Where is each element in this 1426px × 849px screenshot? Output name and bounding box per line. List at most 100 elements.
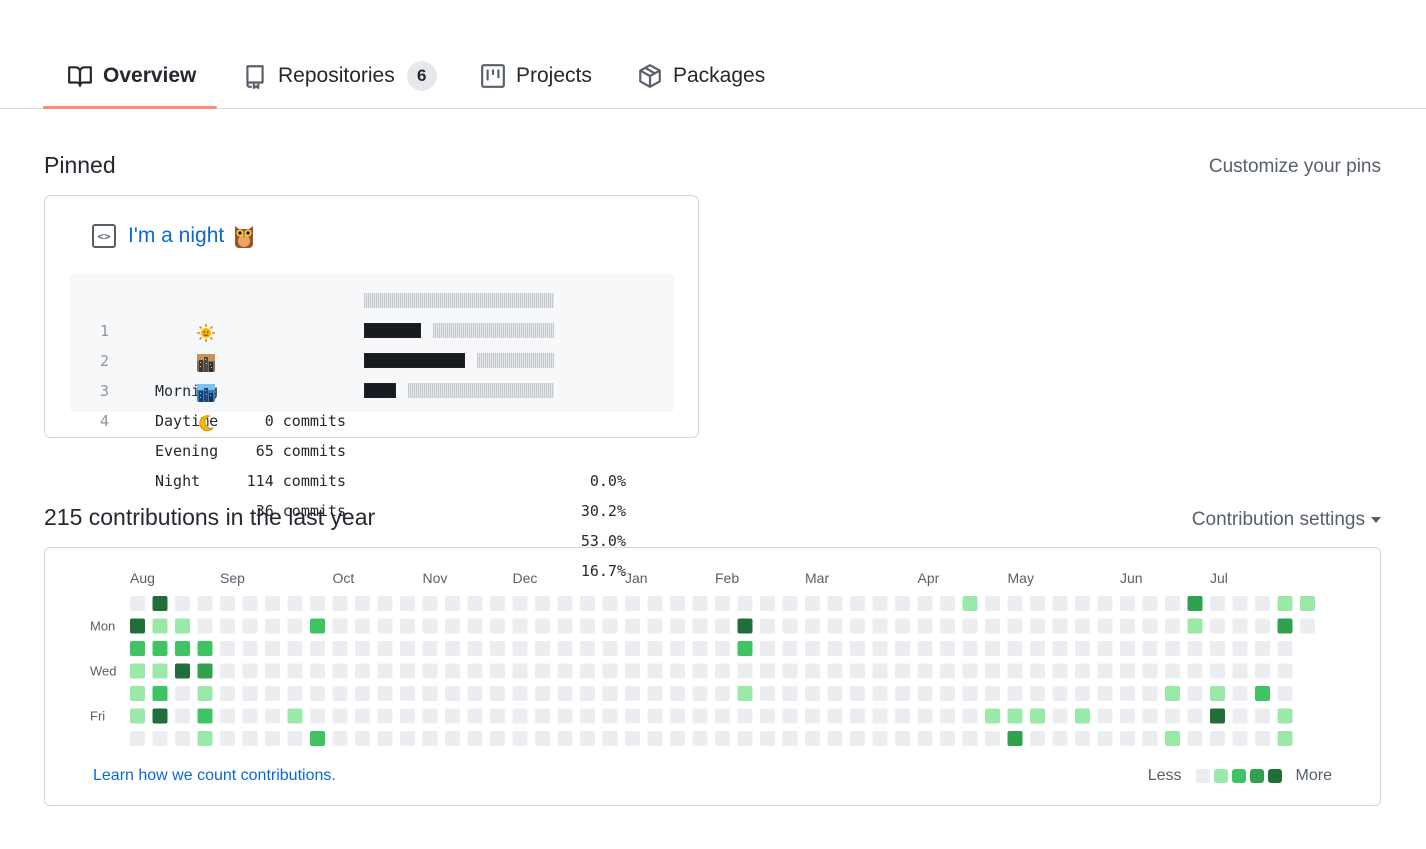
contribution-day[interactable]	[242, 731, 258, 746]
contribution-day[interactable]	[1007, 641, 1023, 656]
contribution-day[interactable]	[1210, 641, 1225, 656]
contribution-day[interactable]	[760, 663, 775, 679]
contribution-day[interactable]	[782, 731, 798, 746]
contribution-day[interactable]	[467, 731, 483, 746]
contribution-day[interactable]	[535, 731, 550, 746]
contribution-day[interactable]	[580, 708, 595, 724]
contribution-day[interactable]	[940, 596, 955, 611]
contribution-day[interactable]	[1210, 731, 1225, 746]
contribution-day[interactable]	[1007, 708, 1023, 724]
contribution-day[interactable]	[310, 618, 325, 634]
contribution-day[interactable]	[1030, 731, 1045, 746]
contribution-day[interactable]	[310, 708, 325, 724]
contribution-day[interactable]	[490, 596, 505, 611]
contribution-day[interactable]	[985, 618, 1000, 634]
contribution-day[interactable]	[580, 731, 595, 746]
contribution-day[interactable]	[1277, 708, 1293, 724]
contribution-day[interactable]	[467, 641, 483, 656]
contribution-day[interactable]	[895, 731, 910, 746]
contribution-day[interactable]	[557, 596, 573, 611]
contribution-day[interactable]	[422, 596, 438, 611]
contribution-day[interactable]	[377, 618, 393, 634]
contribution-day[interactable]	[1255, 731, 1270, 746]
contribution-day[interactable]	[197, 596, 213, 611]
contribution-day[interactable]	[1232, 686, 1248, 701]
contribution-day[interactable]	[647, 663, 663, 679]
contribution-day[interactable]	[1232, 731, 1248, 746]
contribution-day[interactable]	[535, 686, 550, 701]
contribution-day[interactable]	[265, 731, 280, 746]
contribution-day[interactable]	[872, 686, 888, 701]
contribution-day[interactable]	[692, 596, 708, 611]
contribution-day[interactable]	[1187, 731, 1203, 746]
contribution-day[interactable]	[1030, 686, 1045, 701]
contribution-day[interactable]	[782, 641, 798, 656]
contribution-day[interactable]	[152, 641, 168, 656]
contribution-day[interactable]	[760, 596, 775, 611]
contribution-day[interactable]	[1007, 596, 1023, 611]
contribution-day[interactable]	[265, 663, 280, 679]
contribution-day[interactable]	[400, 686, 415, 701]
contribution-day[interactable]	[625, 596, 640, 611]
contribution-day[interactable]	[580, 663, 595, 679]
contribution-day[interactable]	[805, 618, 820, 634]
contribution-day[interactable]	[985, 708, 1000, 724]
contribution-day[interactable]	[895, 618, 910, 634]
contribution-day[interactable]	[917, 663, 933, 679]
contribution-day[interactable]	[535, 596, 550, 611]
contribution-day[interactable]	[152, 686, 168, 701]
contribution-day[interactable]	[1300, 618, 1315, 634]
contribution-day[interactable]	[490, 641, 505, 656]
contribution-day[interactable]	[1030, 708, 1045, 724]
contribution-day[interactable]	[1232, 596, 1248, 611]
contribution-day[interactable]	[895, 596, 910, 611]
contribution-day[interactable]	[512, 663, 528, 679]
contribution-day[interactable]	[895, 641, 910, 656]
contribution-day[interactable]	[625, 686, 640, 701]
contribution-day[interactable]	[1165, 618, 1180, 634]
contribution-day[interactable]	[850, 641, 865, 656]
contribution-day[interactable]	[377, 708, 393, 724]
contribution-day[interactable]	[422, 641, 438, 656]
contribution-day[interactable]	[400, 708, 415, 724]
contribution-day[interactable]	[332, 663, 348, 679]
contribution-day[interactable]	[917, 641, 933, 656]
contribution-day[interactable]	[197, 618, 213, 634]
contribution-day[interactable]	[827, 618, 843, 634]
gist-title-link[interactable]: I'm a night	[128, 224, 224, 248]
tab-packages[interactable]: Packages	[613, 44, 789, 108]
contribution-day[interactable]	[467, 663, 483, 679]
contribution-day[interactable]	[1030, 618, 1045, 634]
contribution-day[interactable]	[355, 596, 370, 611]
contribution-day[interactable]	[1120, 641, 1135, 656]
contribution-day[interactable]	[220, 731, 235, 746]
contribution-day[interactable]	[1187, 686, 1203, 701]
contribution-day[interactable]	[242, 708, 258, 724]
contribution-day[interactable]	[580, 596, 595, 611]
contribution-day[interactable]	[1120, 663, 1135, 679]
contribution-day[interactable]	[985, 731, 1000, 746]
contribution-day[interactable]	[287, 731, 303, 746]
contribution-day[interactable]	[1255, 618, 1270, 634]
contribution-day[interactable]	[647, 708, 663, 724]
contribution-day[interactable]	[805, 641, 820, 656]
contribution-day[interactable]	[1142, 708, 1158, 724]
contribution-day[interactable]	[1030, 663, 1045, 679]
contribution-day[interactable]	[490, 708, 505, 724]
contribution-day[interactable]	[782, 686, 798, 701]
contribution-day[interactable]	[1210, 618, 1225, 634]
contribution-day[interactable]	[535, 618, 550, 634]
contribution-day[interactable]	[737, 596, 753, 611]
contribution-day[interactable]	[737, 663, 753, 679]
contribution-day[interactable]	[130, 686, 145, 701]
contribution-day[interactable]	[355, 708, 370, 724]
contribution-day[interactable]	[355, 731, 370, 746]
contribution-day[interactable]	[265, 618, 280, 634]
learn-contributions-link[interactable]: Learn how we count contributions.	[93, 767, 336, 785]
contribution-day[interactable]	[1277, 618, 1293, 634]
contribution-day[interactable]	[872, 641, 888, 656]
contribution-day[interactable]	[467, 618, 483, 634]
contribution-day[interactable]	[805, 663, 820, 679]
tab-projects[interactable]: Projects	[456, 44, 616, 108]
contribution-day[interactable]	[827, 731, 843, 746]
